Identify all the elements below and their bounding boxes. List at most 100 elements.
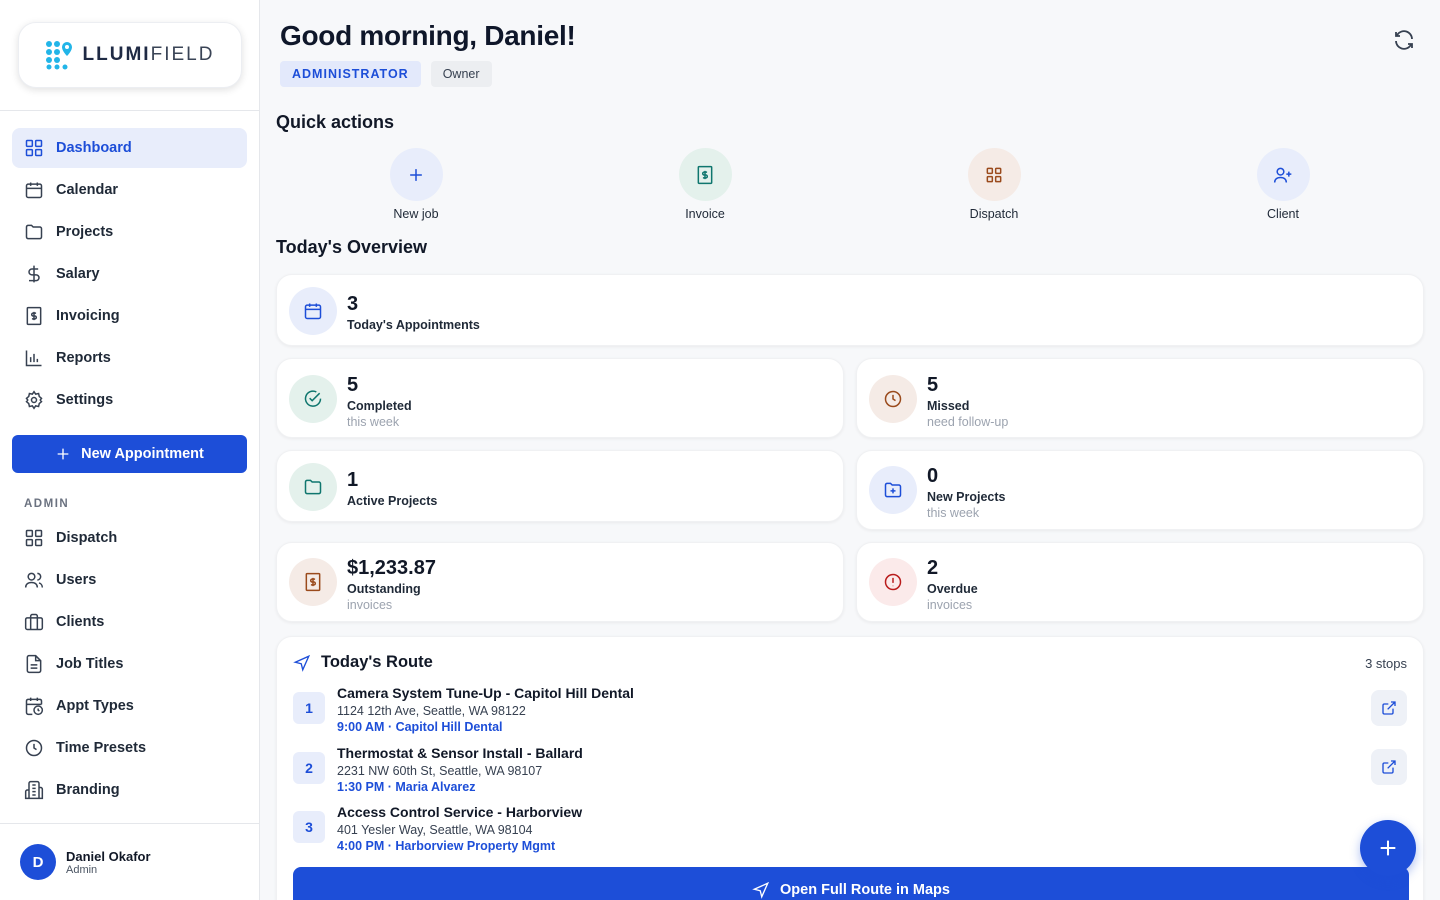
sidebar-item-label: Dashboard [56, 140, 132, 156]
sidebar-item-label: Salary [56, 266, 100, 282]
quick-action-invoice[interactable]: Invoice [645, 148, 765, 221]
stat-text: 1 Active Projects [347, 469, 437, 509]
sidebar-item-branding[interactable]: Branding [12, 770, 247, 810]
external-link-icon [1382, 701, 1396, 715]
sidebar-item-calendar[interactable]: Calendar [12, 170, 247, 210]
sidebar-item-salary[interactable]: Salary [12, 254, 247, 294]
quick-action-dispatch[interactable]: Dispatch [934, 148, 1054, 221]
sidebar-item-label: Projects [56, 224, 114, 240]
briefcase-icon [24, 613, 44, 631]
dollar-icon [28, 265, 40, 283]
sidebar-item-projects[interactable]: Projects [12, 212, 247, 252]
brand-logo[interactable]: LLUMIFIELD [17, 22, 242, 88]
folder-icon [304, 479, 322, 495]
sidebar-item-label: Appt Types [56, 698, 134, 714]
route-stop[interactable]: 2 Thermostat & Sensor Install - Ballard … [293, 745, 1407, 803]
floating-add-button[interactable] [1360, 820, 1416, 876]
stat-value: 3 [347, 293, 359, 315]
role-badges: ADMINISTRATOR Owner [280, 61, 492, 87]
route-title: Today's Route [321, 653, 433, 671]
stat-value: 0 [927, 465, 939, 487]
stat-text: 0 New Projects this week [927, 465, 1006, 521]
route-header: Today's Route [293, 653, 433, 672]
invoice-icon [305, 572, 321, 592]
sidebar-item-appt-types[interactable]: Appt Types [12, 686, 247, 726]
users-icon [24, 572, 44, 588]
stat-card-overdue[interactable]: 2 Overdue invoices [856, 542, 1424, 622]
quick-action-label: Dispatch [969, 207, 1019, 221]
sidebar-item-users[interactable]: Users [12, 560, 247, 600]
stop-number: 2 [293, 752, 325, 784]
stat-value: $1,233.87 [347, 557, 436, 579]
stat-label: New Projects [927, 490, 1006, 504]
brand-name: LLUMIFIELD [82, 44, 215, 65]
stat-card-outstanding[interactable]: $1,233.87 Outstanding invoices [276, 542, 844, 622]
stat-icon-wrap [289, 375, 337, 423]
stat-label: Active Projects [347, 494, 438, 508]
sidebar-item-label: Users [56, 572, 97, 588]
sidebar-item-label: Invoicing [56, 308, 120, 324]
stat-card-active-projects[interactable]: 1 Active Projects [276, 450, 844, 522]
grid-icon [25, 139, 43, 157]
quick-action-new-job[interactable]: New job [356, 148, 476, 221]
sidebar-item-clients[interactable]: Clients [12, 602, 247, 642]
refresh-icon[interactable] [1392, 28, 1416, 52]
route-stop[interactable]: 1 Camera System Tune-Up - Capitol Hill D… [293, 685, 1407, 743]
stat-sub: this week [347, 415, 400, 429]
stat-label: Missed [927, 399, 970, 413]
stat-sub: invoices [927, 598, 973, 612]
stat-card-completed[interactable]: 5 Completed this week [276, 358, 844, 438]
user-profile[interactable]: D Daniel Okafor Admin [0, 823, 259, 900]
sidebar-item-time-presets[interactable]: Time Presets [12, 728, 247, 768]
avatar: D [20, 844, 56, 880]
overview-title: Today's Overview [276, 237, 428, 257]
open-stop-button[interactable] [1371, 749, 1407, 785]
sidebar-item-job-titles[interactable]: Job Titles [12, 644, 247, 684]
sidebar-item-dashboard[interactable]: Dashboard [12, 128, 247, 168]
quick-action-label: Client [1267, 207, 1299, 221]
sidebar: LLUMIFIELD Dashboard Calendar Projects S… [0, 0, 260, 900]
stat-value: 5 [927, 374, 939, 396]
sidebar-item-label: Time Presets [56, 740, 147, 756]
stat-label: Today's Appointments [347, 318, 480, 332]
stat-card-appointments[interactable]: 3 Today's Appointments [276, 274, 1424, 346]
open-stop-button[interactable] [1371, 690, 1407, 726]
new-appointment-button[interactable]: New Appointment [12, 435, 247, 473]
stat-text: 2 Overdue invoices [927, 557, 978, 613]
external-link-icon [1382, 760, 1396, 774]
stat-text: 3 Today's Appointments [347, 293, 480, 333]
stat-label: Overdue [927, 582, 978, 596]
open-route-maps-button[interactable]: Open Full Route in Maps [293, 867, 1409, 900]
stat-icon-wrap [289, 463, 337, 511]
route-stop[interactable]: 3 Access Control Service - Harborview 40… [293, 804, 1407, 862]
stat-sub: need follow-up [927, 415, 1009, 429]
stat-card-new-projects[interactable]: 0 New Projects this week [856, 450, 1424, 530]
stat-value: 1 [347, 469, 359, 491]
sidebar-item-settings[interactable]: Settings [12, 380, 247, 420]
calendar-icon [25, 182, 43, 199]
sidebar-item-invoicing[interactable]: Invoicing [12, 296, 247, 336]
user-name: Daniel Okafor [66, 848, 151, 864]
sidebar-item-reports[interactable]: Reports [12, 338, 247, 378]
stop-number: 3 [293, 811, 325, 843]
stat-sub: invoices [347, 598, 393, 612]
todays-route-card: Today's Route 3 stops 1 Camera System Tu… [276, 636, 1424, 900]
stop-address: 401 Yesler Way, Seattle, WA 98104 [337, 823, 533, 837]
folder-icon [25, 224, 43, 240]
user-role: Admin [66, 863, 98, 876]
quick-action-circle [967, 148, 1021, 201]
stat-card-missed[interactable]: 5 Missed need follow-up [856, 358, 1424, 438]
invoice-icon [26, 306, 42, 326]
sidebar-item-label: Branding [56, 782, 120, 798]
grid-icon [25, 529, 43, 547]
sidebar-item-label: Dispatch [56, 530, 118, 546]
sidebar-item-dispatch[interactable]: Dispatch [12, 518, 247, 558]
document-icon [26, 654, 42, 674]
quick-action-client[interactable]: Client [1223, 148, 1343, 221]
grid-icon [986, 167, 1002, 182]
new-appointment-label: New Appointment [81, 446, 204, 462]
stat-label: Outstanding [347, 582, 421, 596]
bar-chart-icon [25, 350, 42, 367]
stops-count: 3 stops [1365, 656, 1407, 671]
user-plus-icon [1273, 167, 1292, 183]
